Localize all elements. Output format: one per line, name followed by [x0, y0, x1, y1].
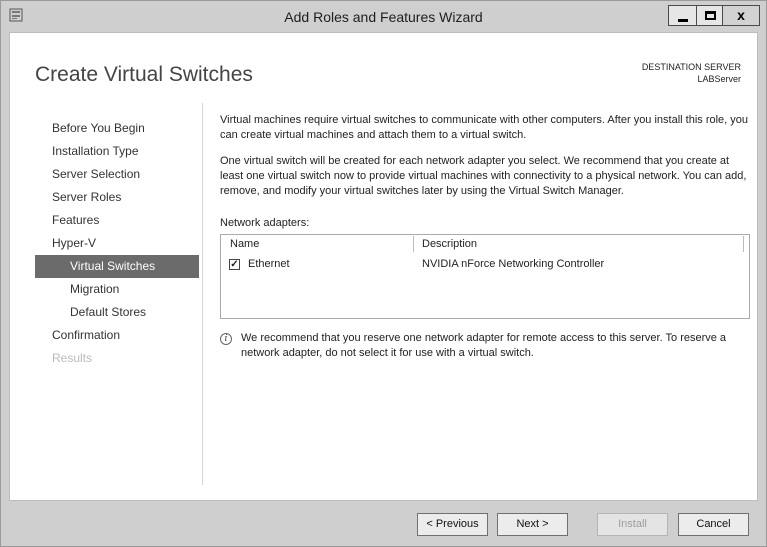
cancel-button[interactable]: Cancel: [678, 513, 749, 536]
nav-divider: [202, 103, 203, 485]
minimize-icon: [678, 19, 688, 22]
nav-item-confirmation[interactable]: Confirmation: [35, 324, 199, 347]
page-title: Create Virtual Switches: [35, 63, 253, 86]
nav-item-features[interactable]: Features: [35, 209, 199, 232]
nav-item-migration[interactable]: Migration: [35, 278, 199, 301]
adapter-checkbox[interactable]: ✓: [229, 259, 240, 270]
nav-item-virtual-switches[interactable]: Virtual Switches: [35, 255, 199, 278]
column-header-name[interactable]: Name: [230, 235, 259, 253]
wizard-content: Create Virtual Switches DESTINATION SERV…: [9, 32, 758, 501]
nav-item-server-selection[interactable]: Server Selection: [35, 163, 199, 186]
adapter-name: Ethernet: [248, 258, 290, 270]
nav-item-results: Results: [52, 351, 93, 365]
wizard-nav: Before You Begin Installation Type Serve…: [35, 117, 199, 370]
nav-item-before-you-begin[interactable]: Before You Begin: [35, 117, 199, 140]
close-icon: x: [737, 7, 745, 23]
close-button[interactable]: x: [723, 5, 760, 26]
column-separator[interactable]: [413, 236, 414, 252]
maximize-button[interactable]: [696, 5, 723, 26]
destination-label: DESTINATION SERVER: [641, 62, 741, 72]
next-button[interactable]: Next >: [497, 513, 568, 536]
minimize-button[interactable]: [668, 5, 696, 26]
note-text: We recommend that you reserve one networ…: [241, 332, 727, 359]
previous-button[interactable]: < Previous: [417, 513, 488, 536]
adapter-description: NVIDIA nForce Networking Controller: [422, 258, 605, 270]
column-separator[interactable]: [743, 236, 744, 252]
destination-server-name: LABServer: [697, 74, 741, 84]
network-adapters-list[interactable]: Name Description ✓ Ethernet NVIDIA nForc…: [220, 234, 750, 319]
column-header-description[interactable]: Description: [422, 235, 477, 253]
nav-item-hyper-v[interactable]: Hyper-V: [35, 232, 199, 255]
intro-text: Virtual machines require virtual switche…: [220, 114, 749, 141]
destination-server: DESTINATION SERVER LABServer: [642, 61, 741, 85]
wizard-footer: < Previous Next > Install Cancel: [1, 501, 766, 546]
detail-text: One virtual switch will be created for e…: [220, 155, 747, 197]
nav-item-installation-type[interactable]: Installation Type: [35, 140, 199, 163]
nav-item-server-roles[interactable]: Server Roles: [35, 186, 199, 209]
network-adapters-label: Network adapters:: [220, 217, 310, 229]
table-row[interactable]: ✓ Ethernet NVIDIA nForce Networking Cont…: [221, 255, 749, 275]
maximize-icon: [705, 11, 716, 20]
nav-item-default-stores[interactable]: Default Stores: [35, 301, 199, 324]
install-button[interactable]: Install: [597, 513, 668, 536]
wizard-window: Add Roles and Features Wizard x Create V…: [0, 0, 767, 547]
window-title: Add Roles and Features Wizard: [284, 9, 483, 25]
title-bar: Add Roles and Features Wizard x: [1, 1, 766, 32]
reserve-adapter-note: i We recommend that you reserve one netw…: [220, 331, 750, 361]
info-icon: i: [220, 333, 232, 345]
